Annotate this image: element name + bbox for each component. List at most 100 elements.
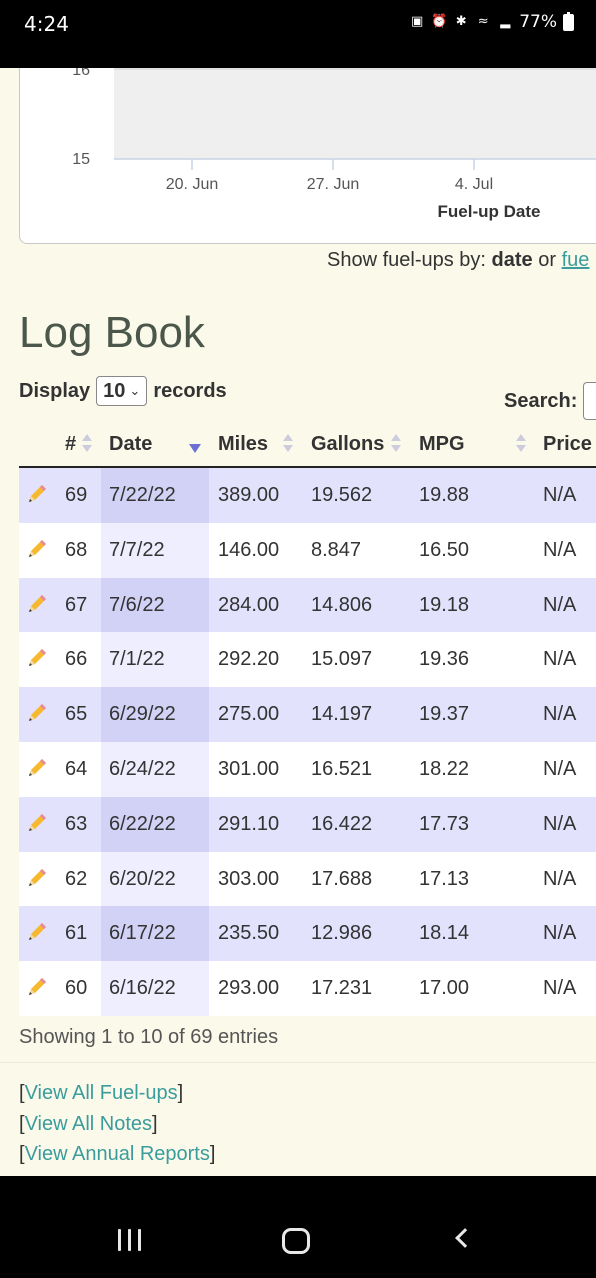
x-tick-label: 20. Jun: [166, 176, 218, 193]
records-per-page-value: 10: [103, 379, 126, 402]
show-by-prefix: Show fuel-ups by:: [327, 249, 486, 271]
cell-miles: 293.00: [218, 977, 280, 1000]
status-time: 4:24: [24, 12, 69, 36]
cell-number: 64: [65, 757, 88, 780]
cell-miles: 389.00: [218, 484, 280, 506]
search-input[interactable]: [583, 382, 596, 420]
cell-price: N/A: [543, 648, 577, 671]
status-bar: 4:24 ▣ ⏰ ✱ ≈ ▂ 77%: [0, 0, 596, 68]
table-row: 65 6/29/22 275.00 14.197 19.37 N/A: [19, 687, 596, 742]
sort-icon[interactable]: [516, 434, 526, 454]
bluetooth-icon: ✱: [455, 14, 467, 29]
battery-icon: [563, 11, 574, 31]
cell-price: N/A: [543, 867, 577, 890]
view-all-fuelups-link[interactable]: View All Fuel-ups: [25, 1082, 178, 1104]
cell-mpg: 18.14: [419, 922, 470, 945]
x-tick-label: 27. Jun: [307, 176, 359, 193]
edit-pencil-icon[interactable]: [25, 482, 49, 506]
show-by-or: or: [538, 249, 557, 271]
cell-date: 6/24/22: [109, 757, 176, 780]
cell-gallons: 19.562: [311, 484, 373, 506]
x-tick-label: 4. Jul: [455, 176, 493, 193]
cell-date: 6/20/22: [109, 867, 176, 890]
table-row: 69 7/22/22 389.00 19.562 19.88 N/A: [19, 468, 596, 523]
show-by-fuel-link[interactable]: fue: [562, 249, 590, 271]
navigation-bar: [0, 1176, 596, 1278]
cell-number: 66: [65, 648, 88, 671]
edit-pencil-icon[interactable]: [25, 756, 49, 780]
cell-gallons: 14.806: [311, 593, 373, 616]
cell-price: N/A: [543, 922, 577, 945]
column-header-number[interactable]: #: [65, 424, 76, 466]
cell-mpg: 18.22: [419, 757, 470, 780]
display-label: Display: [19, 379, 91, 402]
sort-icon[interactable]: [391, 434, 401, 454]
edit-pencil-icon[interactable]: [25, 866, 49, 890]
view-all-notes-link[interactable]: View All Notes: [25, 1113, 152, 1135]
records-label: records: [153, 379, 227, 402]
cell-number: 65: [65, 703, 88, 726]
view-annual-reports-link[interactable]: View Annual Reports: [25, 1143, 210, 1165]
cell-price: N/A: [543, 703, 577, 726]
cell-gallons: 16.422: [311, 812, 373, 835]
column-header-date[interactable]: Date: [109, 424, 152, 466]
chart-svg: 1615 20. Jun27. Jun4. Jul1 Fuel-up Date: [72, 68, 596, 221]
cell-date: 7/1/22: [109, 648, 165, 671]
cell-date: 7/22/22: [109, 484, 176, 506]
cell-miles: 303.00: [218, 867, 280, 890]
sort-desc-icon[interactable]: [189, 444, 201, 454]
table-row: 63 6/22/22 291.10 16.422 17.73 N/A: [19, 796, 596, 852]
edit-pencil-icon[interactable]: [25, 811, 49, 835]
sort-icon[interactable]: [82, 434, 92, 454]
column-header-mpg[interactable]: MPG: [419, 424, 465, 466]
cell-miles: 235.50: [218, 922, 280, 945]
edit-pencil-icon[interactable]: [25, 537, 49, 561]
table-row: 62 6/20/22 303.00 17.688 17.13 N/A: [19, 851, 596, 907]
x-axis-label: Fuel-up Date: [438, 202, 541, 221]
edit-pencil-icon[interactable]: [25, 975, 49, 999]
entries-info: Showing 1 to 10 of 69 entries: [19, 1026, 279, 1048]
cell-mpg: 19.88: [419, 484, 470, 506]
cell-gallons: 8.847: [311, 538, 362, 561]
cell-miles: 301.00: [218, 757, 280, 780]
cell-number: 62: [65, 867, 88, 890]
plot-area: [114, 68, 596, 159]
lock-icon: ▣: [411, 14, 424, 29]
cell-gallons: 12.986: [311, 922, 373, 945]
edit-pencil-icon[interactable]: [25, 920, 49, 944]
cell-date: 6/22/22: [109, 812, 176, 835]
page: 1615 20. Jun27. Jun4. Jul1 Fuel-up Date …: [0, 68, 596, 1176]
signal-icon: ▂: [500, 14, 511, 29]
fuel-chart: 1615 20. Jun27. Jun4. Jul1 Fuel-up Date: [19, 68, 596, 244]
edit-pencil-icon[interactable]: [25, 646, 49, 670]
y-tick-label: 16: [72, 68, 90, 79]
back-button[interactable]: [455, 1228, 475, 1248]
table-row: 68 7/7/22 146.00 8.847 16.50 N/A: [19, 522, 596, 578]
display-records-control: Display 10 ⌄ records: [19, 376, 227, 406]
recent-apps-button[interactable]: [118, 1229, 142, 1251]
cell-miles: 275.00: [218, 703, 280, 726]
column-header-miles[interactable]: Miles: [218, 424, 268, 466]
edit-pencil-icon[interactable]: [25, 701, 49, 725]
column-header-gallons[interactable]: Gallons: [311, 424, 384, 466]
edit-pencil-icon[interactable]: [25, 592, 49, 616]
cell-mpg: 17.13: [419, 867, 470, 890]
table-row: 60 6/16/22 293.00 17.231 17.00 N/A: [19, 961, 596, 1016]
cell-mpg: 19.18: [419, 593, 470, 616]
table-row: 67 7/6/22 284.00 14.806 19.18 N/A: [19, 577, 596, 633]
home-button[interactable]: [282, 1228, 310, 1254]
search-control: Search:: [504, 382, 596, 420]
status-icons: ▣ ⏰ ✱ ≈ ▂ 77%: [409, 11, 574, 32]
sort-icon[interactable]: [283, 434, 293, 454]
cell-miles: 292.20: [218, 648, 280, 671]
table-header: # Date Miles Gallons MPG Price: [19, 424, 596, 468]
table-row: 66 7/1/22 292.20 15.097 19.36 N/A: [19, 632, 596, 688]
cell-mpg: 16.50: [419, 538, 470, 561]
cell-gallons: 15.097: [311, 648, 373, 671]
cell-price: N/A: [543, 757, 577, 780]
column-header-price[interactable]: Price: [543, 424, 592, 466]
cell-price: N/A: [543, 977, 577, 1000]
records-per-page-select[interactable]: 10 ⌄: [96, 376, 148, 406]
cell-price: N/A: [543, 484, 577, 506]
footer-links: [View All Fuel-ups] [View All Notes] [Vi…: [19, 1078, 215, 1170]
